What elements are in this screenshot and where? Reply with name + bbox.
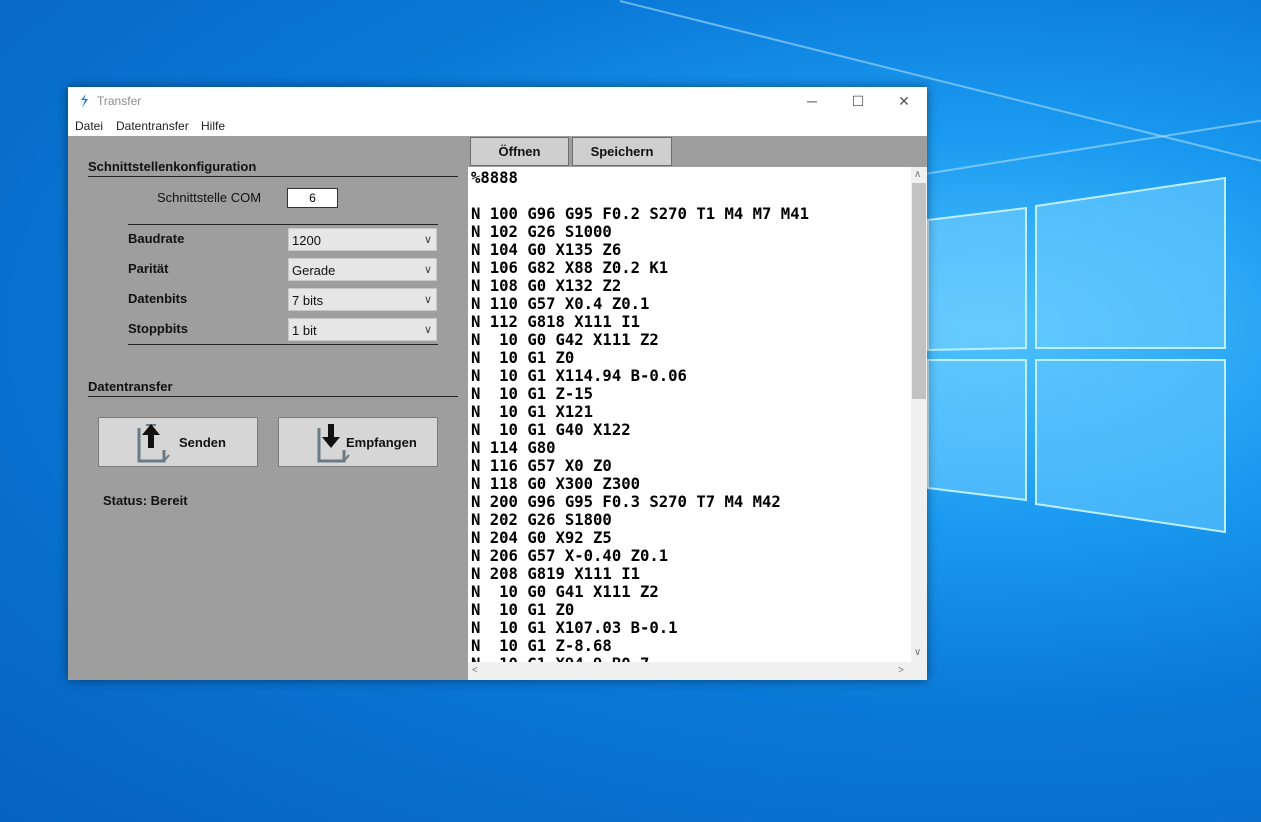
send-button[interactable]: Senden	[98, 417, 258, 467]
windows-logo	[927, 176, 1226, 534]
baudrate-value: 1200	[292, 233, 321, 248]
minimize-icon: ─	[807, 93, 817, 109]
divider	[128, 344, 438, 345]
minimize-button[interactable]: ─	[789, 87, 835, 115]
transfer-window: Transfer ─ ☐ ✕ Datei Datentransfer Hilfe…	[68, 87, 927, 680]
divider	[88, 176, 458, 177]
download-document-icon	[317, 424, 350, 463]
menu-hilfe[interactable]: Hilfe	[201, 119, 225, 133]
databits-select[interactable]: 7 bits ∨	[288, 288, 437, 311]
stopbits-label: Stoppbits	[128, 321, 188, 336]
send-label: Senden	[179, 435, 226, 450]
config-heading: Schnittstellenkonfiguration	[88, 159, 257, 174]
receive-label: Empfangen	[346, 435, 417, 450]
com-port-input[interactable]: 6	[287, 188, 338, 208]
databits-label: Datenbits	[128, 291, 188, 306]
horizontal-scrollbar[interactable]: < >	[468, 662, 927, 680]
vertical-scroll-thumb[interactable]	[912, 183, 926, 399]
baudrate-label: Baudrate	[128, 231, 185, 246]
divider	[128, 224, 438, 225]
parity-select[interactable]: Gerade ∨	[288, 258, 437, 281]
scroll-up-icon[interactable]: ∧	[914, 169, 921, 180]
status-text: Status: Bereit	[103, 493, 188, 508]
receive-button[interactable]: Empfangen	[278, 417, 438, 467]
stopbits-select[interactable]: 1 bit ∨	[288, 318, 437, 341]
baudrate-select[interactable]: 1200 ∨	[288, 228, 437, 251]
divider	[88, 396, 458, 397]
code-text: %8888 N 100 G96 G95 F0.2 S270 T1 M4 M7 M…	[471, 169, 809, 662]
transfer-heading: Datentransfer	[88, 379, 173, 394]
stopbits-value: 1 bit	[292, 323, 317, 338]
open-button[interactable]: Öffnen	[470, 137, 569, 166]
scroll-left-icon[interactable]: <	[472, 665, 478, 676]
upload-document-icon	[137, 424, 170, 463]
save-button[interactable]: Speichern	[572, 137, 672, 166]
chevron-down-icon: ∨	[423, 294, 432, 306]
com-label: Schnittstelle COM	[157, 190, 262, 205]
nc-code-editor[interactable]: %8888 N 100 G96 G95 F0.2 S270 T1 M4 M7 M…	[468, 167, 911, 662]
window-title: Transfer	[97, 94, 142, 108]
maximize-button[interactable]: ☐	[835, 87, 881, 115]
parity-label: Parität	[128, 261, 169, 276]
title-bar[interactable]: Transfer ─ ☐ ✕	[68, 87, 927, 115]
menu-datentransfer[interactable]: Datentransfer	[116, 119, 189, 133]
chevron-down-icon: ∨	[423, 264, 432, 276]
app-icon	[81, 94, 88, 108]
menu-datei[interactable]: Datei	[75, 119, 103, 133]
config-panel: Schnittstellenkonfiguration Schnittstell…	[68, 136, 468, 680]
maximize-icon: ☐	[851, 92, 865, 109]
menu-bar: Datei Datentransfer Hilfe	[68, 115, 927, 136]
chevron-down-icon: ∨	[423, 234, 432, 246]
parity-value: Gerade	[292, 263, 336, 278]
scroll-down-icon[interactable]: ∨	[914, 647, 921, 658]
databits-value: 7 bits	[292, 293, 324, 308]
scroll-right-icon[interactable]: >	[898, 665, 904, 676]
close-icon: ✕	[898, 92, 910, 109]
chevron-down-icon: ∨	[423, 324, 432, 336]
close-button[interactable]: ✕	[881, 87, 927, 115]
